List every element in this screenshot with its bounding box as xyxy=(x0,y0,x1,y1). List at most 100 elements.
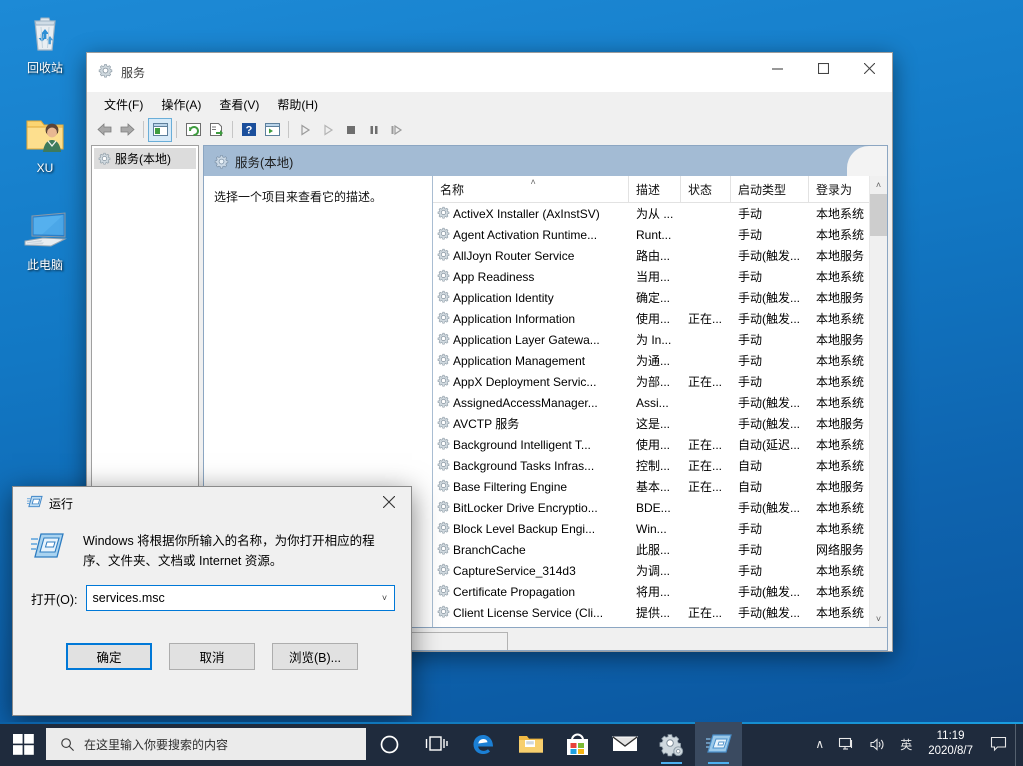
table-row[interactable]: Application Management 为通... 手动 本地系统 xyxy=(433,350,887,371)
run-dialog-taskbar-icon[interactable] xyxy=(695,722,742,766)
minimize-button[interactable] xyxy=(754,53,800,84)
ok-button[interactable]: 确定 xyxy=(66,643,152,670)
chevron-down-icon[interactable]: ˅ xyxy=(375,587,394,609)
properties-icon[interactable] xyxy=(261,119,283,141)
show-hidden-icons[interactable]: ∧ xyxy=(808,722,831,766)
run-command-input[interactable] xyxy=(86,588,375,608)
column-header-status[interactable]: 状态 xyxy=(681,176,731,202)
file-explorer-icon[interactable] xyxy=(507,722,554,766)
service-description-cell: 确定... xyxy=(636,291,671,305)
services-grid[interactable]: 名称 ˄ 描述 状态 启动类型 登录为 ActiveX Installer (A… xyxy=(433,176,887,627)
close-button[interactable] xyxy=(846,53,892,84)
volume-icon[interactable] xyxy=(862,722,893,766)
forward-icon[interactable] xyxy=(116,119,138,141)
table-row[interactable]: AppX Deployment Servic... 为部... 正在... 手动 本地系… xyxy=(433,371,887,392)
service-name-cell: ActiveX Installer (AxInstSV) xyxy=(433,206,629,222)
microsoft-store-icon[interactable] xyxy=(554,722,601,766)
restart-service-icon[interactable] xyxy=(386,119,408,141)
table-row[interactable]: Application Layer Gatewa... 为 In... 手动 本地服务 xyxy=(433,329,887,350)
pause-service-icon[interactable] xyxy=(363,119,385,141)
service-name-cell: Application Management xyxy=(433,353,629,369)
service-description-cell: 为部... xyxy=(636,375,671,389)
table-row[interactable]: Client License Service (Cli... 提供... 正在...… xyxy=(433,602,887,623)
mail-icon[interactable] xyxy=(601,722,648,766)
start-button[interactable] xyxy=(0,722,46,766)
service-gear-icon xyxy=(437,227,450,243)
service-name-cell: Background Tasks Infras... xyxy=(433,458,629,474)
run-dialog-title-bar[interactable]: 运行 xyxy=(13,487,411,517)
start-service-icon[interactable] xyxy=(294,119,316,141)
taskbar[interactable]: 在这里输入你要搜索的内容 ∧ 英 11:19 2020/8/7 xyxy=(0,722,1023,766)
table-row[interactable]: Background Tasks Infras... 控制... 正在... 自动 本地… xyxy=(433,455,887,476)
column-header-startup-type[interactable]: 启动类型 xyxy=(731,176,809,202)
table-row[interactable]: CaptureService_314d3 为调... 手动 本地系统 xyxy=(433,560,887,581)
services-toolbar[interactable]: ? xyxy=(87,116,892,144)
refresh-icon[interactable] xyxy=(182,119,204,141)
browse-button[interactable]: 浏览(B)... xyxy=(272,643,358,670)
clock-time: 11:19 xyxy=(936,730,965,742)
taskbar-clock[interactable]: 11:19 2020/8/7 xyxy=(919,722,982,766)
menu-help[interactable]: 帮助(H) xyxy=(268,93,327,116)
show-desktop-button[interactable] xyxy=(1015,722,1023,766)
service-name-cell: Client License Service (Cli... xyxy=(433,605,629,621)
table-row[interactable]: Application Information 使用... 正在... 手动(触发..… xyxy=(433,308,887,329)
service-gear-icon xyxy=(437,206,450,222)
service-gear-icon xyxy=(437,584,450,600)
export-list-icon[interactable] xyxy=(205,119,227,141)
table-row[interactable]: Application Identity 确定... 手动(触发... 本地服务 xyxy=(433,287,887,308)
services-title-bar[interactable]: 服务 xyxy=(87,53,892,92)
cancel-button[interactable]: 取消 xyxy=(169,643,255,670)
run-dialog[interactable]: 运行 Windows 将根据你所输入的名称，为你打开相应的程序、文件夹、文档或 … xyxy=(12,486,412,716)
table-row[interactable]: AllJoyn Router Service 路由... 手动(触发... 本地服务 xyxy=(433,245,887,266)
table-row[interactable]: Base Filtering Engine 基本... 正在... 自动 本地服务 xyxy=(433,476,887,497)
desktop-icon-this-pc[interactable]: 此电脑 xyxy=(3,205,87,272)
menu-file[interactable]: 文件(F) xyxy=(95,93,152,116)
table-row[interactable]: AVCTP 服务 这是... 手动(触发... 本地服务 xyxy=(433,413,887,434)
service-name-text: Background Intelligent T... xyxy=(453,437,591,452)
table-row[interactable]: Background Intelligent T... 使用... 正在... 自动(… xyxy=(433,434,887,455)
tree-item-services-local[interactable]: 服务(本地) xyxy=(94,148,196,169)
task-view-icon[interactable] xyxy=(413,722,460,766)
run-dialog-close-button[interactable] xyxy=(366,487,411,516)
grid-rows[interactable]: ActiveX Installer (AxInstSV) 为从 ... 手动 本地系统… xyxy=(433,203,887,627)
table-row[interactable]: AssignedAccessManager... Assi... 手动(触发... 本… xyxy=(433,392,887,413)
help-icon[interactable]: ? xyxy=(238,119,260,141)
table-row[interactable]: Agent Activation Runtime... Runt... 手动 本地系统 xyxy=(433,224,887,245)
back-icon[interactable] xyxy=(93,119,115,141)
taskbar-search-box[interactable]: 在这里输入你要搜索的内容 xyxy=(46,728,366,760)
grid-vertical-scrollbar[interactable]: ˄ ˅ xyxy=(869,176,887,627)
ime-indicator[interactable]: 英 xyxy=(893,722,919,766)
edge-icon[interactable] xyxy=(460,722,507,766)
cortana-icon[interactable] xyxy=(366,722,413,766)
table-row[interactable]: Certificate Propagation 将用... 手动(触发... 本地系统 xyxy=(433,581,887,602)
table-row[interactable]: App Readiness 当用... 手动 本地系统 xyxy=(433,266,887,287)
notification-icon[interactable] xyxy=(982,722,1015,766)
column-header-name[interactable]: 名称 ˄ xyxy=(433,176,629,202)
show-hide-tree-icon[interactable] xyxy=(148,117,172,142)
menu-action[interactable]: 操作(A) xyxy=(152,93,210,116)
system-tray[interactable]: ∧ 英 11:19 2020/8/7 xyxy=(808,722,1023,766)
column-header-description[interactable]: 描述 xyxy=(629,176,681,202)
scrollbar-thumb[interactable] xyxy=(870,194,887,236)
desktop-icon-recycle-bin[interactable]: 回收站 xyxy=(3,8,87,75)
table-row[interactable]: ActiveX Installer (AxInstSV) 为从 ... 手动 本地系统 xyxy=(433,203,887,224)
stop-service-icon[interactable] xyxy=(340,119,362,141)
scroll-down-arrow-icon[interactable]: ˅ xyxy=(870,610,887,627)
grid-header-row[interactable]: 名称 ˄ 描述 状态 启动类型 登录为 xyxy=(433,176,887,203)
scroll-up-arrow-icon[interactable]: ˄ xyxy=(870,176,887,193)
service-startup-type-cell: 手动(触发... xyxy=(738,417,800,431)
resume-service-icon[interactable] xyxy=(317,119,339,141)
table-row[interactable]: BranchCache 此服... 手动 网络服务 xyxy=(433,539,887,560)
run-command-combobox[interactable]: ˅ xyxy=(85,585,395,611)
menu-view[interactable]: 查看(V) xyxy=(210,93,268,116)
table-row[interactable]: BitLocker Drive Encryptio... BDE... 手动(触发.… xyxy=(433,497,887,518)
desktop-icon-user-folder[interactable]: XU xyxy=(3,108,87,175)
service-name-cell: Application Layer Gatewa... xyxy=(433,332,629,348)
network-icon[interactable] xyxy=(831,722,862,766)
maximize-button[interactable] xyxy=(800,53,846,84)
service-name-text: AssignedAccessManager... xyxy=(453,395,598,410)
services-taskbar-icon[interactable] xyxy=(648,722,695,766)
services-menu-bar[interactable]: 文件(F) 操作(A) 查看(V) 帮助(H) xyxy=(87,92,892,116)
toolbar-separator xyxy=(176,121,177,138)
table-row[interactable]: Block Level Backup Engi... Win... 手动 本地系统 xyxy=(433,518,887,539)
